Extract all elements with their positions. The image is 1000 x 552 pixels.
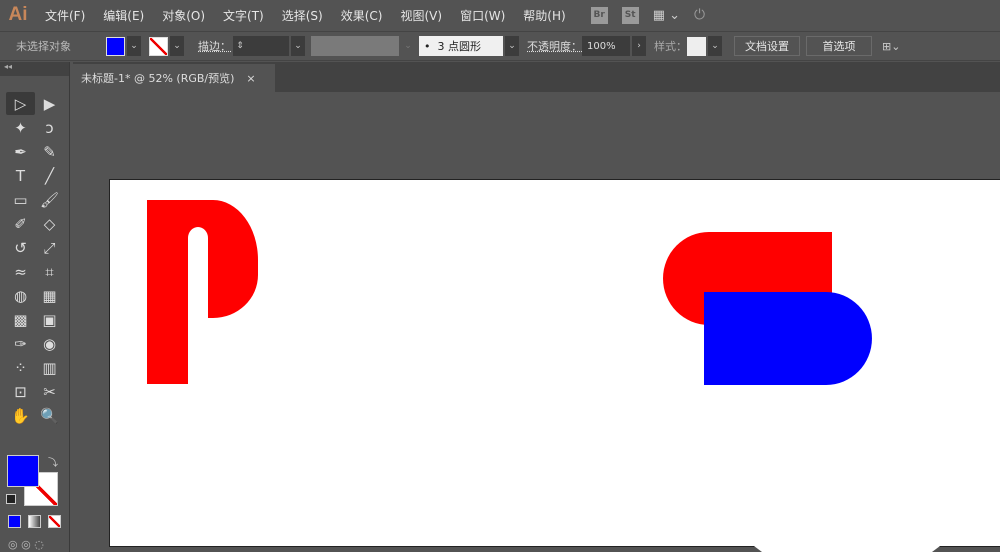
blue-rounded-rectangle[interactable]	[704, 292, 872, 385]
fill-swatch[interactable]	[7, 455, 39, 487]
red-p-shape[interactable]	[147, 200, 258, 384]
artboard-edge-shape	[754, 546, 940, 552]
artwork	[147, 200, 940, 552]
